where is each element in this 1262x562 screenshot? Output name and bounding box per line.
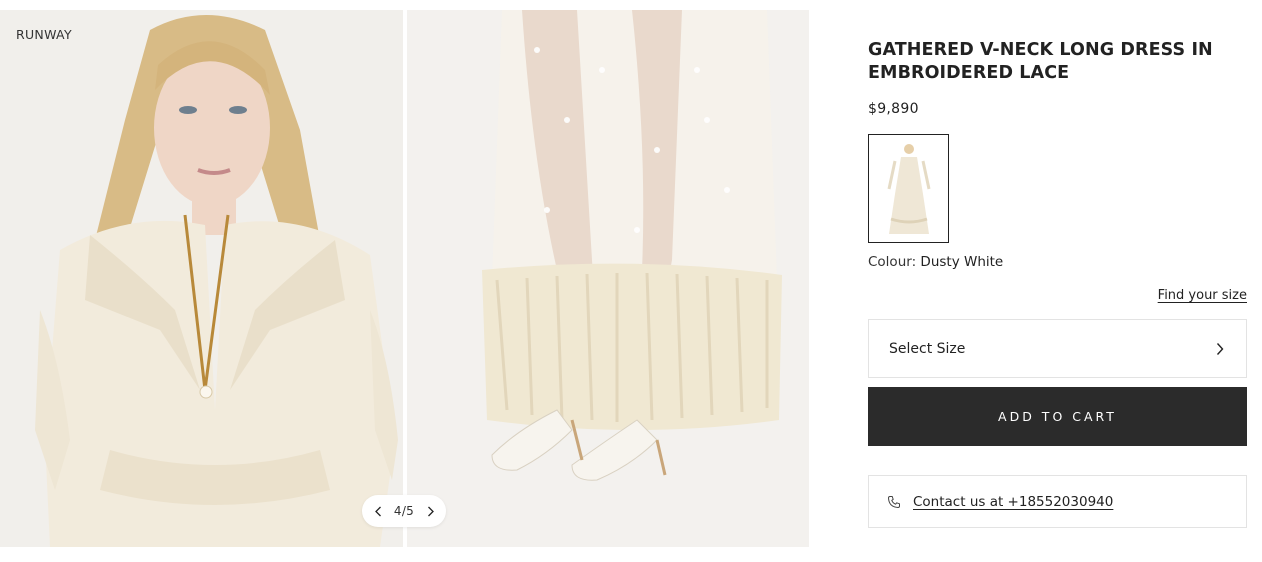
runway-label: RUNWAY — [16, 27, 72, 42]
product-title-line-1: GATHERED V-NECK LONG DRESS IN — [868, 40, 1213, 60]
product-title: GATHERED V-NECK LONG DRESS IN EMBROIDERE… — [868, 39, 1247, 85]
chevron-right-icon[interactable] — [424, 505, 436, 517]
colour-value: Dusty White — [920, 254, 1004, 270]
size-select-label: Select Size — [889, 340, 966, 357]
image-pager: 4/5 — [362, 495, 446, 527]
product-gallery: RUNWAY 4/5 — [0, 10, 810, 547]
product-details: GATHERED V-NECK LONG DRESS IN EMBROIDERE… — [868, 0, 1247, 562]
add-to-cart-button[interactable]: ADD TO CART — [868, 387, 1247, 446]
contact-phone-link[interactable]: Contact us at +18552030940 — [913, 494, 1113, 510]
dress-thumbnail — [878, 138, 939, 239]
chevron-right-icon — [1214, 342, 1226, 356]
model-upper-body-photo: RUNWAY — [0, 10, 403, 547]
phone-icon — [887, 495, 901, 509]
colour-row: Colour: Dusty White — [868, 254, 1003, 270]
product-title-line-2: EMBROIDERED LACE — [868, 63, 1070, 83]
colour-swatch[interactable] — [868, 134, 949, 243]
product-price: $9,890 — [868, 101, 919, 117]
dress-hem-shoes-photo — [407, 10, 809, 547]
image-counter: 4/5 — [393, 504, 415, 518]
contact-box: Contact us at +18552030940 — [868, 475, 1247, 528]
colour-label: Colour: — [868, 254, 917, 270]
chevron-left-icon[interactable] — [372, 505, 384, 517]
size-select[interactable]: Select Size — [868, 319, 1247, 378]
find-your-size-link[interactable]: Find your size — [1158, 288, 1247, 303]
